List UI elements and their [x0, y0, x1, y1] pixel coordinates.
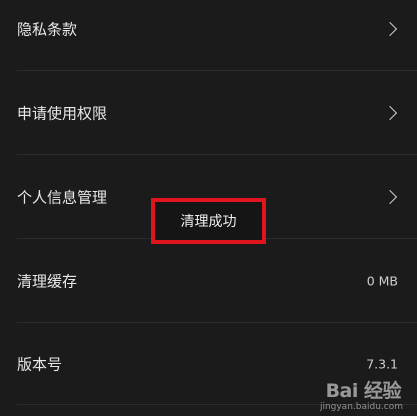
settings-item-privacy-terms[interactable]: 隐私条款 [0, 0, 417, 71]
cache-size-value: 0 MB [366, 273, 398, 289]
settings-item-clear-cache[interactable]: 清理缓存 0 MB [0, 239, 417, 323]
chevron-right-icon [382, 105, 398, 121]
toast-message: 清理成功 [180, 214, 237, 230]
toast-highlight: 清理成功 [151, 198, 266, 244]
watermark: Bai 经验 jingyan.baidu.com [289, 376, 409, 412]
settings-item-label: 版本号 [17, 355, 63, 374]
settings-item-label: 隐私条款 [17, 20, 78, 39]
watermark-url: jingyan.baidu.com [319, 402, 403, 412]
settings-item-label: 个人信息管理 [17, 188, 108, 207]
version-value: 7.3.1 [366, 356, 398, 372]
settings-item-label: 申请使用权限 [17, 104, 108, 123]
chevron-right-icon [382, 21, 398, 37]
chevron-right-icon [382, 189, 398, 205]
watermark-logo: Bai 经验 [325, 380, 402, 402]
settings-item-label: 清理缓存 [17, 272, 78, 291]
settings-item-permissions[interactable]: 申请使用权限 [0, 71, 417, 155]
settings-screen: 隐私条款 申请使用权限 个人信息管理 清理缓存 0 MB 版本号 7.3.1 清… [0, 0, 417, 416]
